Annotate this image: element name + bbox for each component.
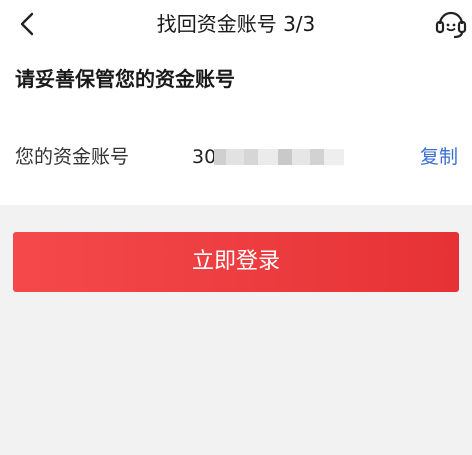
copy-link[interactable]: 复制 bbox=[420, 140, 458, 174]
nav-bar: 找回资金账号 3/3 bbox=[0, 0, 472, 48]
page-title: 找回资金账号 3/3 bbox=[156, 12, 316, 36]
login-button[interactable]: 立即登录 bbox=[13, 232, 459, 292]
customer-service-icon bbox=[435, 11, 467, 39]
account-row: 您的资金账号 30 复制 bbox=[0, 140, 472, 174]
account-mask bbox=[214, 149, 344, 165]
account-card: 请妥善保管您的资金账号 您的资金账号 30 复制 bbox=[0, 48, 472, 205]
account-value: 30 bbox=[192, 146, 217, 168]
account-label: 您的资金账号 bbox=[15, 146, 130, 168]
customer-service-button[interactable] bbox=[434, 6, 468, 42]
card-heading: 请妥善保管您的资金账号 bbox=[15, 67, 235, 91]
